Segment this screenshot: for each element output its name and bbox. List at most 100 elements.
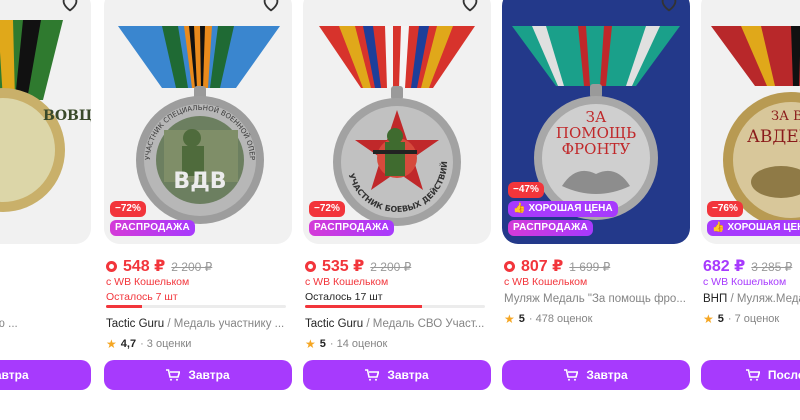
old-price: 2 200 ₽ [171, 260, 213, 274]
product-title[interactable]: Медаль За ратную ... [0, 318, 91, 330]
heart-icon[interactable] [459, 0, 481, 14]
old-price: 2 200 ₽ [370, 260, 412, 274]
product-card[interactable]: ВДВ УЧАСТНИК СПЕЦИАЛЬНОЙ ВОЕННОЙ ОПЕРАЦИ… [104, 0, 292, 420]
rating: ★ 5 · 7 оценок [703, 312, 779, 326]
wallet-dot-icon [504, 261, 515, 272]
discount-badge: −76% [707, 201, 743, 217]
stock-remaining: Осталось 7 шт [106, 291, 178, 303]
product-card[interactable]: УЧАСТНИК БОЕВЫХ ДЕЙСТВИЙ −72% РАСПРОДАЖА… [303, 0, 491, 420]
badges: −76% 👍ХОРОШАЯ ЦЕНА [707, 201, 800, 236]
price-row: 535 ₽ 2 200 ₽ [305, 256, 411, 276]
medal-inscription-1: ЗА ВЗЯТИЕ [771, 109, 800, 124]
star-icon: ★ [106, 337, 117, 351]
brand-name[interactable]: Tactic Guru [106, 318, 164, 330]
sale-badge: РАСПРОДАЖА [508, 220, 593, 236]
sale-badge: РАСПРОДАЖА [309, 220, 394, 236]
reviews-count[interactable]: · 7 оценок [728, 313, 779, 325]
good-price-label: ХОРОШАЯ ЦЕНА [727, 222, 800, 233]
product-title[interactable]: Муляж Медаль "За помощь фро... [504, 293, 690, 305]
medal-inscription-2: АВДЕЕВКИ [747, 127, 800, 147]
star-icon: ★ [703, 312, 714, 326]
brand-name[interactable]: ВНП [703, 293, 727, 305]
price-row: 807 ₽ 1 699 ₽ [504, 256, 610, 276]
rating: ★ 4,7 · 3 оценки [106, 337, 191, 351]
product-title[interactable]: Tactic Guru / Медаль участнику ... [106, 318, 292, 330]
reviews-count[interactable]: · 14 оценок [330, 338, 387, 350]
price: 682 ₽ [703, 258, 746, 275]
wallet-label: с WB Кошельком [106, 276, 190, 288]
star-icon: ★ [305, 337, 316, 351]
wallet-label: с WB Кошельком [305, 276, 389, 288]
price: 548 ₽ [123, 258, 166, 275]
button-label: Завтра [387, 368, 429, 382]
rating-score: 5 [319, 338, 326, 350]
product-title[interactable]: ВНП / Муляж.Медаль... [703, 293, 800, 305]
badges: −72% РАСПРОДАЖА [110, 201, 195, 236]
old-price: 3 285 ₽ [751, 260, 793, 274]
stock-bar [106, 305, 286, 308]
product-card[interactable]: ЗА ВЗЯТИЕ АВДЕЕВКИ −76% 👍ХОРОШАЯ ЦЕНА 68… [701, 0, 800, 420]
add-to-cart-button[interactable]: Завтра [502, 360, 690, 390]
star-icon: ★ [504, 312, 515, 326]
product-image[interactable]: ЗА ПОМОЩЬ ФРОНТУ −47% 👍 ХОРОШАЯ ЦЕНА РАСП… [502, 0, 690, 244]
product-title-text[interactable]: / Медаль участнику ... [164, 318, 284, 330]
button-label: Завтра [0, 368, 29, 382]
button-label: Завтра [586, 368, 628, 382]
medal-inscription: ВДВ [173, 169, 226, 194]
product-title[interactable]: Tactic Guru / Медаль СВО Участ... [305, 318, 491, 330]
add-to-cart-button[interactable]: Завтра [104, 360, 292, 390]
rating-score: 4,7 [120, 338, 137, 350]
product-title-text[interactable]: Медаль За ратную ... [0, 318, 18, 330]
product-image[interactable]: ВОВЦ [0, 0, 91, 244]
discount-badge: −72% [309, 201, 345, 217]
stock-remaining: Осталось 17 шт [305, 291, 383, 303]
badges: −72% РАСПРОДАЖА [309, 201, 394, 236]
rating-score: 5 [717, 313, 724, 325]
product-image[interactable]: УЧАСТНИК БОЕВЫХ ДЕЙСТВИЙ −72% РАСПРОДАЖА [303, 0, 491, 244]
heart-icon[interactable] [658, 0, 680, 14]
heart-icon[interactable] [260, 0, 282, 14]
product-grid: ВОВЦ ₽ Медаль За ратную ... Завтра [0, 0, 800, 420]
medal-inscription-3: ФРОНТУ [562, 140, 631, 158]
discount-badge: −72% [110, 201, 146, 217]
thumbs-up-icon: 👍 [513, 203, 526, 214]
svg-text:ВОВЦ: ВОВЦ [43, 108, 91, 124]
reviews-count[interactable]: · 478 оценок [529, 313, 593, 325]
product-title-text[interactable]: Муляж Медаль "За помощь фро... [504, 293, 686, 305]
price-row: 548 ₽ 2 200 ₽ [106, 256, 212, 276]
old-price: 1 699 ₽ [569, 260, 611, 274]
discount-badge: −47% [508, 182, 544, 198]
badges: −47% 👍 ХОРОШАЯ ЦЕНА РАСПРОДАЖА [508, 182, 618, 236]
product-title-text[interactable]: / Медаль СВО Участ... [363, 318, 484, 330]
stock-bar-fill [305, 305, 422, 308]
rating: ★ 5 · 478 оценок [504, 312, 592, 326]
add-to-cart-button[interactable]: Завтра [303, 360, 491, 390]
product-card[interactable]: ВОВЦ ₽ Медаль За ратную ... Завтра [0, 0, 91, 420]
brand-name[interactable]: Tactic Guru [305, 318, 363, 330]
button-label: Послезавтра [767, 368, 800, 382]
good-price-badge: 👍ХОРОШАЯ ЦЕНА [508, 201, 618, 217]
wallet-dot-icon [305, 261, 316, 272]
button-label: Завтра [188, 368, 230, 382]
cart-icon [365, 369, 380, 381]
heart-icon[interactable] [59, 0, 81, 14]
wallet-label: с WB Кошельком [703, 276, 787, 288]
add-to-cart-button[interactable]: Послезавтра [701, 360, 800, 390]
wallet-dot-icon [106, 261, 117, 272]
good-price-badge: 👍ХОРОШАЯ ЦЕНА [707, 220, 800, 236]
add-to-cart-button[interactable]: Завтра [0, 360, 91, 390]
product-title-text[interactable]: / Муляж.Медаль... [727, 293, 800, 305]
rating-score: 5 [518, 313, 525, 325]
reviews-count[interactable]: · 3 оценки [140, 338, 191, 350]
product-image[interactable]: ЗА ВЗЯТИЕ АВДЕЕВКИ −76% 👍ХОРОШАЯ ЦЕНА [701, 0, 800, 244]
price: 807 ₽ [521, 258, 564, 275]
product-image[interactable]: ВДВ УЧАСТНИК СПЕЦИАЛЬНОЙ ВОЕННОЙ ОПЕРАЦИ… [104, 0, 292, 244]
sale-badge: РАСПРОДАЖА [110, 220, 195, 236]
price: 535 ₽ [322, 258, 365, 275]
stock-bar [305, 305, 485, 308]
rating: ★ 5 · 14 оценок [305, 337, 387, 351]
stock-bar-fill [106, 305, 142, 308]
product-card[interactable]: ЗА ПОМОЩЬ ФРОНТУ −47% 👍 ХОРОШАЯ ЦЕНА РАСП… [502, 0, 690, 420]
price-row: 682 ₽ 3 285 ₽ [703, 256, 792, 276]
cart-icon [564, 369, 579, 381]
